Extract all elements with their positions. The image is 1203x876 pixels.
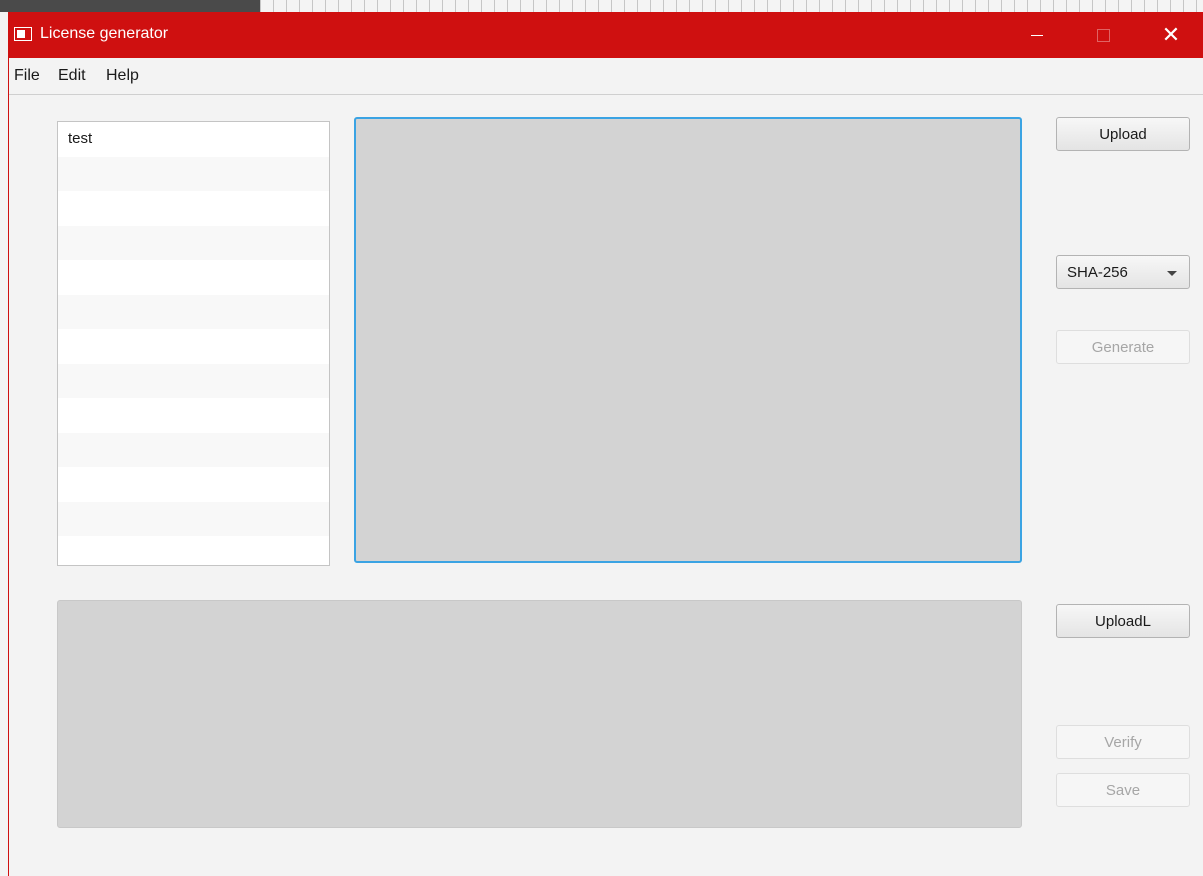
list-item[interactable]: test	[58, 122, 329, 157]
taskbar-fragment	[0, 0, 260, 12]
upload-license-button[interactable]: UploadL	[1056, 604, 1190, 638]
desktop-background-strip	[0, 0, 1203, 12]
title-bar[interactable]: License generator ✕	[8, 12, 1203, 58]
ruler-fragment	[260, 0, 1203, 12]
save-button[interactable]: Save	[1056, 773, 1190, 807]
list-item[interactable]	[58, 260, 329, 295]
menu-bar: File Edit Help	[8, 58, 1203, 95]
list-item[interactable]	[58, 363, 329, 398]
list-item[interactable]	[58, 398, 329, 433]
hash-algorithm-select[interactable]: SHA-256	[1056, 255, 1190, 289]
list-item[interactable]	[58, 294, 329, 329]
list-item[interactable]	[58, 156, 329, 191]
license-text-area[interactable]	[354, 117, 1022, 563]
list-item[interactable]	[58, 467, 329, 502]
generate-button[interactable]: Generate	[1056, 330, 1190, 364]
list-item[interactable]	[58, 225, 329, 260]
minimize-button[interactable]	[1014, 12, 1060, 58]
list-item[interactable]	[58, 536, 329, 565]
app-window: License generator ✕ File Edit Help test …	[8, 12, 1203, 876]
list-item[interactable]	[58, 191, 329, 226]
verify-button[interactable]: Verify	[1056, 725, 1190, 759]
hash-algorithm-value: SHA-256	[1067, 264, 1128, 281]
verify-text-area[interactable]	[57, 600, 1022, 828]
chevron-down-icon	[1167, 271, 1177, 276]
menu-edit[interactable]: Edit	[58, 67, 86, 85]
close-icon: ✕	[1161, 22, 1181, 47]
menu-help[interactable]: Help	[106, 67, 139, 85]
license-list[interactable]: test	[57, 121, 330, 566]
minimize-icon	[1031, 34, 1043, 36]
window-title: License generator	[40, 25, 169, 42]
list-item[interactable]	[58, 501, 329, 536]
maximize-icon	[1096, 28, 1110, 42]
upload-button[interactable]: Upload	[1056, 117, 1190, 151]
list-item[interactable]	[58, 329, 329, 364]
maximize-button[interactable]	[1080, 12, 1126, 58]
app-icon	[14, 27, 32, 41]
list-item[interactable]	[58, 432, 329, 467]
menu-file[interactable]: File	[14, 67, 40, 85]
window-left-border	[8, 12, 9, 876]
close-button[interactable]: ✕	[1148, 12, 1194, 58]
